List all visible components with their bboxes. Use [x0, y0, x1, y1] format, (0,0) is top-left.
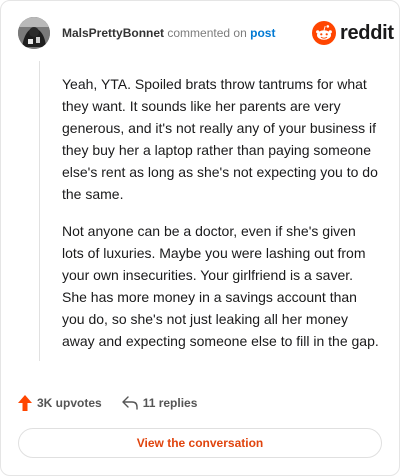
thread-line — [39, 61, 40, 361]
reddit-logo[interactable]: reddit — [312, 21, 394, 45]
replies-button[interactable]: 11 replies — [121, 396, 198, 410]
reddit-snoo-icon — [312, 21, 336, 45]
commented-on-text: commented on — [167, 26, 247, 40]
comment-header: MalsPrettyBonnet commented on post — [62, 26, 275, 40]
avatar[interactable] — [18, 17, 50, 49]
comment-actions: 3K upvotes 11 replies — [18, 395, 197, 411]
view-conversation-button[interactable]: View the conversation — [18, 428, 382, 458]
upvote-arrow-icon — [18, 395, 32, 411]
comment-paragraph: Not anyone can be a doctor, even if she'… — [62, 223, 379, 349]
upvotes-count: 3K upvotes — [37, 396, 102, 410]
comment-paragraph: Yeah, YTA. Spoiled brats throw tantrums … — [62, 76, 378, 202]
username-link[interactable]: MalsPrettyBonnet — [62, 26, 164, 40]
post-link[interactable]: post — [250, 26, 275, 40]
comment-body: Yeah, YTA. Spoiled brats throw tantrums … — [62, 73, 380, 367]
replies-count: 11 replies — [142, 396, 198, 410]
upvote-button[interactable]: 3K upvotes — [18, 395, 102, 411]
comment-embed-card: MalsPrettyBonnet commented on post reddi… — [0, 0, 400, 476]
reddit-wordmark: reddit — [340, 21, 394, 44]
reply-arrow-icon — [121, 396, 138, 410]
